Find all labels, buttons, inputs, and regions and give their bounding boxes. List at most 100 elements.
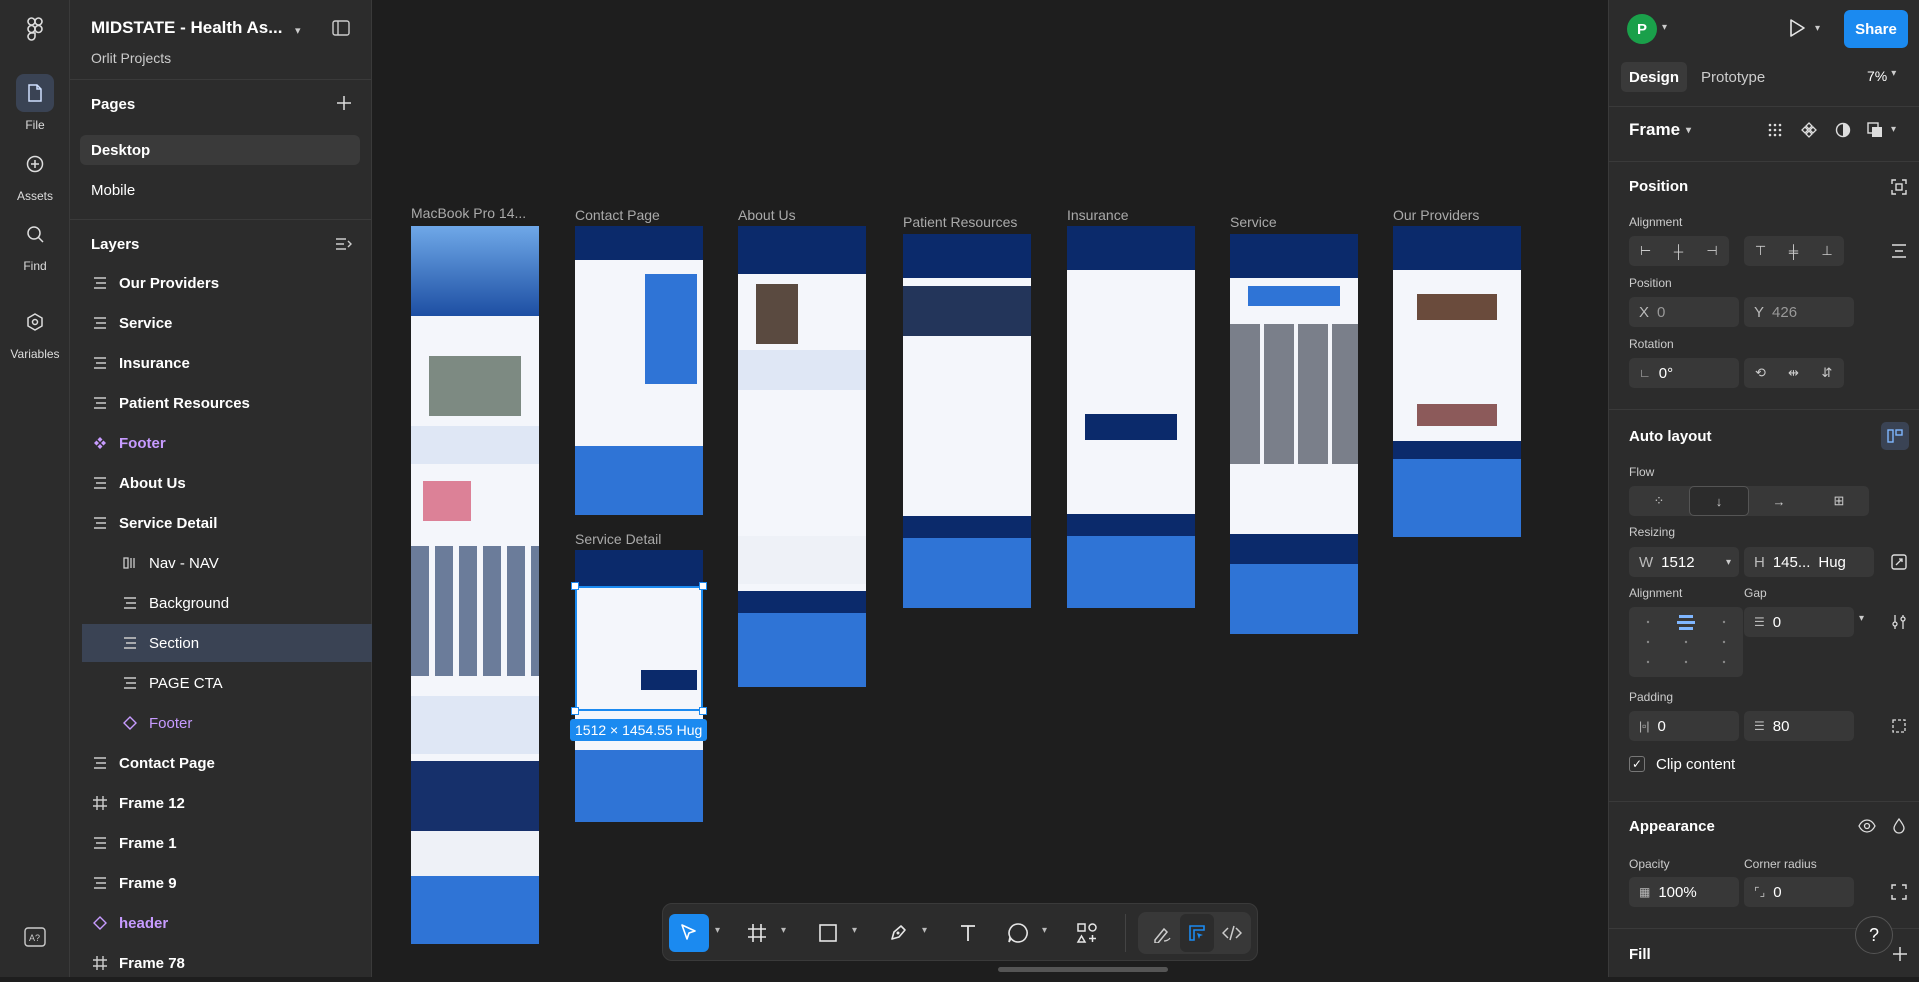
design-mode-button[interactable] bbox=[1180, 914, 1214, 952]
independent-corners-icon[interactable] bbox=[1889, 882, 1909, 902]
present-button[interactable] bbox=[1787, 18, 1807, 38]
layer-item-frame-12[interactable]: Frame 12 bbox=[70, 784, 372, 822]
comment-tool-button[interactable] bbox=[1000, 914, 1036, 952]
individual-padding-icon[interactable] bbox=[1889, 716, 1909, 736]
shape-tool-button[interactable] bbox=[810, 914, 846, 952]
resize-constraints-icon[interactable] bbox=[1889, 552, 1909, 572]
flow-horizontal-icon[interactable]: → bbox=[1749, 486, 1809, 516]
width-input[interactable]: W 1512 ▾ bbox=[1629, 547, 1739, 577]
add-page-icon[interactable] bbox=[337, 96, 351, 110]
resize-handle[interactable] bbox=[699, 707, 707, 715]
rotate-icon[interactable]: ⟲ bbox=[1744, 358, 1777, 388]
layer-item-insurance[interactable]: Insurance bbox=[70, 344, 372, 382]
layer-item-page-cta[interactable]: PAGE CTA bbox=[70, 664, 372, 702]
figma-logo-icon[interactable] bbox=[22, 16, 48, 42]
layer-item-our-providers[interactable]: Our Providers bbox=[70, 264, 372, 302]
project-menu-chevron-icon[interactable]: ▾ bbox=[295, 24, 301, 37]
layer-item-footer-instance[interactable]: Footer bbox=[70, 704, 372, 742]
advanced-layout-icon[interactable] bbox=[1889, 612, 1909, 632]
frame-patient[interactable] bbox=[903, 234, 1031, 608]
align-bottom-icon[interactable]: ⊥ bbox=[1810, 236, 1844, 266]
gap-input[interactable]: ☰ 0 bbox=[1744, 607, 1854, 637]
resize-handle[interactable] bbox=[571, 707, 579, 715]
padding-vertical-input[interactable]: ☰ 80 bbox=[1744, 711, 1854, 741]
tab-prototype[interactable]: Prototype bbox=[1693, 62, 1773, 92]
frame-label-macbook[interactable]: MacBook Pro 14... bbox=[411, 205, 526, 221]
autolayout-toggle-icon[interactable] bbox=[1881, 422, 1909, 450]
frame-about[interactable] bbox=[738, 226, 866, 687]
actions-button[interactable] bbox=[1069, 914, 1105, 952]
padding-horizontal-input[interactable]: |▫| 0 bbox=[1629, 711, 1739, 741]
flip-horizontal-icon[interactable]: ⇹ bbox=[1777, 358, 1810, 388]
frame-label-patient[interactable]: Patient Resources bbox=[903, 214, 1017, 230]
layer-item-footer[interactable]: Footer bbox=[70, 424, 372, 462]
corner-radius-input[interactable]: ⌜⌟ 0 bbox=[1744, 877, 1854, 907]
help-button[interactable]: ? bbox=[1855, 916, 1893, 954]
horizontal-scrollbar[interactable] bbox=[998, 967, 1168, 972]
chevron-down-icon[interactable]: ▾ bbox=[922, 925, 927, 936]
frame-label-insurance[interactable]: Insurance bbox=[1067, 207, 1128, 223]
layer-item-header[interactable]: header bbox=[70, 904, 372, 942]
frame-label-service-detail[interactable]: Service Detail bbox=[575, 531, 661, 547]
layer-item-service-detail[interactable]: Service Detail bbox=[70, 504, 372, 542]
distribute-icon[interactable] bbox=[1889, 241, 1909, 261]
frame-contact[interactable] bbox=[575, 226, 703, 515]
toggle-sidebar-icon[interactable] bbox=[332, 20, 350, 36]
grid-icon[interactable] bbox=[1765, 120, 1785, 140]
focus-frame-icon[interactable] bbox=[1889, 177, 1909, 197]
tab-design[interactable]: Design bbox=[1621, 62, 1687, 92]
flow-vertical-icon[interactable]: ↓ bbox=[1689, 486, 1749, 516]
selection-box[interactable] bbox=[575, 586, 703, 711]
layer-item-section[interactable]: Section bbox=[70, 624, 372, 662]
layer-item-frame-1[interactable]: Frame 1 bbox=[70, 824, 372, 862]
flow-freeform-icon[interactable]: ⁘ bbox=[1629, 486, 1689, 516]
project-title[interactable]: MIDSTATE - Health As... bbox=[91, 18, 291, 38]
chevron-down-icon[interactable]: ▾ bbox=[852, 925, 857, 936]
rail-find[interactable]: Find bbox=[0, 215, 70, 273]
chevron-down-icon[interactable]: ▾ bbox=[715, 925, 720, 936]
move-tool-button[interactable] bbox=[669, 914, 709, 952]
rotation-input[interactable]: ∟ 0° bbox=[1629, 358, 1739, 388]
layer-item-nav[interactable]: Nav - NAV bbox=[70, 544, 372, 582]
frame-providers[interactable] bbox=[1393, 226, 1521, 537]
frame-tool-button[interactable] bbox=[739, 914, 775, 952]
layer-item-service[interactable]: Service bbox=[70, 304, 372, 342]
add-fill-icon[interactable] bbox=[1893, 947, 1907, 961]
layer-item-patient-resources[interactable]: Patient Resources bbox=[70, 384, 372, 422]
rail-variables[interactable]: Variables bbox=[0, 303, 70, 361]
y-position-input[interactable]: Y 426 bbox=[1744, 297, 1854, 327]
layer-item-background[interactable]: Background bbox=[70, 584, 372, 622]
layer-item-frame-78[interactable]: Frame 78 bbox=[70, 944, 372, 982]
mask-icon[interactable] bbox=[1833, 120, 1853, 140]
layer-item-frame-9[interactable]: Frame 9 bbox=[70, 864, 372, 902]
ai-assist-icon[interactable]: A? bbox=[24, 927, 46, 947]
frame-service[interactable] bbox=[1230, 234, 1358, 634]
frame-label-providers[interactable]: Our Providers bbox=[1393, 207, 1479, 223]
chevron-down-icon[interactable]: ▾ bbox=[1042, 925, 1047, 936]
align-top-icon[interactable]: ⊤ bbox=[1744, 236, 1777, 266]
share-button[interactable]: Share bbox=[1844, 10, 1908, 48]
frame-label-contact[interactable]: Contact Page bbox=[575, 207, 660, 223]
clip-content-checkbox[interactable]: ✓ bbox=[1629, 756, 1645, 772]
height-input[interactable]: H 145... Hug bbox=[1744, 547, 1874, 577]
align-right-icon[interactable]: ⊣ bbox=[1695, 236, 1729, 266]
project-subtitle[interactable]: Orlit Projects bbox=[91, 50, 171, 66]
layer-item-about-us[interactable]: About Us bbox=[70, 464, 372, 502]
zoom-level[interactable]: 7%▾ bbox=[1867, 68, 1896, 84]
align-left-icon[interactable]: ⊢ bbox=[1629, 236, 1662, 266]
frame-label-service[interactable]: Service bbox=[1230, 214, 1277, 230]
page-item-mobile[interactable]: Mobile bbox=[80, 175, 360, 205]
frame-label-about[interactable]: About Us bbox=[738, 207, 796, 223]
resize-handle[interactable] bbox=[699, 582, 707, 590]
resize-handle[interactable] bbox=[571, 582, 579, 590]
chevron-down-icon[interactable]: ▾ bbox=[1859, 613, 1864, 624]
pen-tool-button[interactable] bbox=[880, 914, 916, 952]
frame-macbook[interactable] bbox=[411, 226, 539, 944]
page-item-desktop[interactable]: Desktop bbox=[80, 135, 360, 165]
dev-mode-button[interactable] bbox=[1215, 914, 1249, 952]
chevron-down-icon[interactable]: ▾ bbox=[1726, 557, 1731, 568]
chevron-down-icon[interactable]: ▾ bbox=[1815, 23, 1820, 34]
component-icon[interactable] bbox=[1799, 120, 1819, 140]
chevron-down-icon[interactable]: ▾ bbox=[1891, 124, 1896, 135]
x-position-input[interactable]: X 0 bbox=[1629, 297, 1739, 327]
